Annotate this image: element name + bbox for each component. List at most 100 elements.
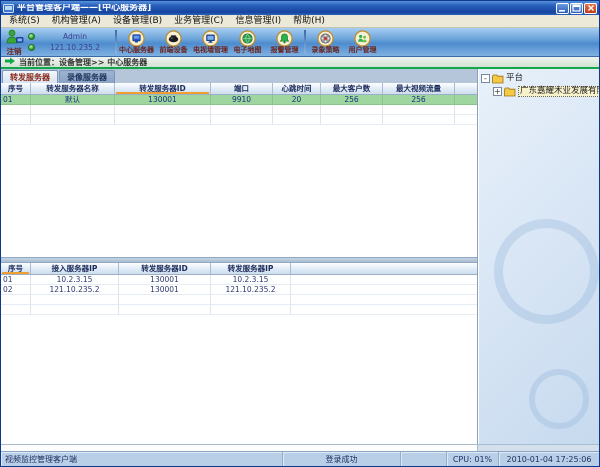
cell-filler (291, 285, 477, 295)
connection-info: Admin 121.10.235.2 (38, 31, 112, 54)
table-row-empty (1, 305, 477, 315)
cell: 默认 (31, 95, 115, 105)
tree-node-platform[interactable]: - 平台 (481, 72, 597, 85)
toolbar-button-label: 报警管理 (271, 47, 299, 54)
expand-expander-icon[interactable]: + (493, 87, 502, 96)
statusbar-login-status: 登录成功 (283, 452, 401, 466)
column-header-filler (455, 83, 477, 94)
title-bar: 平台管理客户端——[中心服务器] (1, 1, 599, 15)
column-header-sorted[interactable]: 序号 (1, 263, 31, 274)
toolbar-button-label: 电子地图 (234, 47, 262, 54)
column-header[interactable]: 接入服务器IP (31, 263, 119, 274)
organization-tree-panel: - 平台 + 广东嘉耀木业发展有限公司 (478, 69, 599, 444)
column-header-filler (291, 263, 477, 274)
cell: 121.10.235.2 (211, 285, 291, 295)
folder-icon (504, 87, 516, 97)
cell: 256 (321, 95, 383, 105)
table-row-selected[interactable]: 01 默认 130001 9910 20 256 256 (1, 95, 477, 105)
front-device-icon (165, 30, 182, 47)
close-button[interactable] (584, 3, 597, 14)
bottom-strip (1, 444, 599, 451)
column-header[interactable]: 最大视频流量 (383, 83, 455, 94)
logout-label: 注销 (7, 48, 22, 56)
table-row[interactable]: 02 121.10.235.2 130001 121.10.235.2 (1, 285, 477, 295)
toolbar-button-tv-wall[interactable]: 电视墙管理 (192, 28, 229, 56)
watermark-circle (529, 369, 589, 429)
toolbar-button-front-device[interactable]: 前端设备 (155, 28, 192, 56)
menu-organization[interactable]: 机构管理(A) (46, 15, 107, 27)
forward-table-body: 01 默认 130001 9910 20 256 256 (1, 95, 477, 257)
server-ip: 121.10.235.2 (38, 42, 112, 53)
status-led-icon (28, 33, 35, 40)
tab-record-server[interactable]: 录像服务器 (59, 70, 115, 83)
toolbar-button-center-server[interactable]: 中心服务器 (118, 28, 155, 56)
app-window: 平台管理客户端——[中心服务器] 系统(S) 机构管理(A) 设备管理(B) 业… (0, 0, 600, 467)
column-header[interactable]: 端口 (211, 83, 273, 94)
tab-forward-server[interactable]: 转发服务器 (2, 70, 58, 83)
breadcrumb-label: 当前位置：设备管理>> 中心服务器 (19, 57, 147, 68)
column-header[interactable]: 序号 (1, 83, 31, 94)
server-list-pane: 转发服务器 录像服务器 序号 转发服务器名称 转发服务器ID 端口 心跳时间 最… (1, 69, 478, 444)
cell: 20 (273, 95, 321, 105)
minimize-button[interactable] (556, 3, 569, 14)
user-management-icon (354, 30, 371, 47)
tree-node-company[interactable]: + 广东嘉耀木业发展有限公司 (481, 85, 597, 98)
server-tabs: 转发服务器 录像服务器 (1, 69, 477, 83)
logout-button[interactable]: 注销 (3, 29, 25, 56)
toolbar-button-alarm[interactable]: 报警管理 (266, 28, 303, 56)
access-table-header: 序号 接入服务器IP 转发服务器ID 转发服务器IP (1, 263, 477, 275)
watermark-circle (494, 219, 599, 324)
cell: 01 (1, 275, 31, 285)
toolbar-button-label: 录象策略 (312, 47, 340, 54)
cell: 10.2.3.15 (211, 275, 291, 285)
menu-business[interactable]: 业务管理(C) (168, 15, 229, 27)
toolbar-button-user-management[interactable]: 用户管理 (344, 28, 381, 56)
table-row[interactable]: 01 10.2.3.15 130001 10.2.3.15 (1, 275, 477, 285)
collapse-expander-icon[interactable]: - (481, 74, 490, 83)
toolbar-separator (304, 30, 306, 54)
cell: 02 (1, 285, 31, 295)
column-header[interactable]: 转发服务器名称 (31, 83, 115, 94)
toolbar-main-group: 中心服务器 前端设备 电视墙管理 电子地图 报警管理 (118, 28, 303, 56)
forward-table-header: 序号 转发服务器名称 转发服务器ID 端口 心跳时间 最大客户数 最大视频流量 (1, 83, 477, 95)
status-led-icon (28, 44, 35, 51)
statusbar-app-name: 视频监控管理客户端 (1, 452, 283, 466)
toolbar-button-label: 前端设备 (160, 47, 188, 54)
location-arrow-icon (5, 57, 15, 67)
center-server-icon (128, 30, 145, 47)
column-header[interactable]: 转发服务器ID (119, 263, 211, 274)
toolbar-button-label: 用户管理 (349, 47, 377, 54)
cell: 121.10.235.2 (31, 285, 119, 295)
cell: 10.2.3.15 (31, 275, 119, 285)
column-header[interactable]: 转发服务器IP (211, 263, 291, 274)
tv-wall-icon (202, 30, 219, 47)
cell-filler (291, 275, 477, 285)
menu-device[interactable]: 设备管理(B) (107, 15, 168, 27)
menu-help[interactable]: 帮助(H) (287, 15, 331, 27)
connection-leds (28, 33, 35, 51)
toolbar-button-e-map[interactable]: 电子地图 (229, 28, 266, 56)
toolbar-button-label: 电视墙管理 (193, 47, 228, 54)
column-header-sorted[interactable]: 转发服务器ID (115, 83, 211, 94)
status-bar: 视频监控管理客户端 登录成功 CPU: 01% 2010-01-04 17:25… (1, 451, 599, 466)
menu-bar: 系统(S) 机构管理(A) 设备管理(B) 业务管理(C) 信息管理(I) 帮助… (1, 15, 599, 28)
alarm-bell-icon (276, 30, 293, 47)
table-row-empty (1, 115, 477, 125)
tree-node-label: 平台 (506, 74, 523, 83)
cell: 9910 (211, 95, 273, 105)
cell-filler (455, 95, 477, 105)
maximize-button[interactable] (570, 3, 583, 14)
folder-icon (492, 74, 504, 84)
toolbar-button-record-policy[interactable]: 录象策略 (307, 28, 344, 56)
column-header[interactable]: 心跳时间 (273, 83, 321, 94)
cell: 130001 (119, 275, 211, 285)
column-header[interactable]: 最大客户数 (321, 83, 383, 94)
tree-node-label-selected: 广东嘉耀木业发展有限公司 (518, 86, 599, 97)
logged-in-user: Admin (38, 31, 112, 42)
window-title: 平台管理客户端——[中心服务器] (17, 4, 553, 13)
record-policy-icon (317, 30, 334, 47)
user-icon (3, 29, 25, 48)
menu-information[interactable]: 信息管理(I) (229, 15, 287, 27)
cell: 01 (1, 95, 31, 105)
menu-system[interactable]: 系统(S) (3, 15, 46, 27)
